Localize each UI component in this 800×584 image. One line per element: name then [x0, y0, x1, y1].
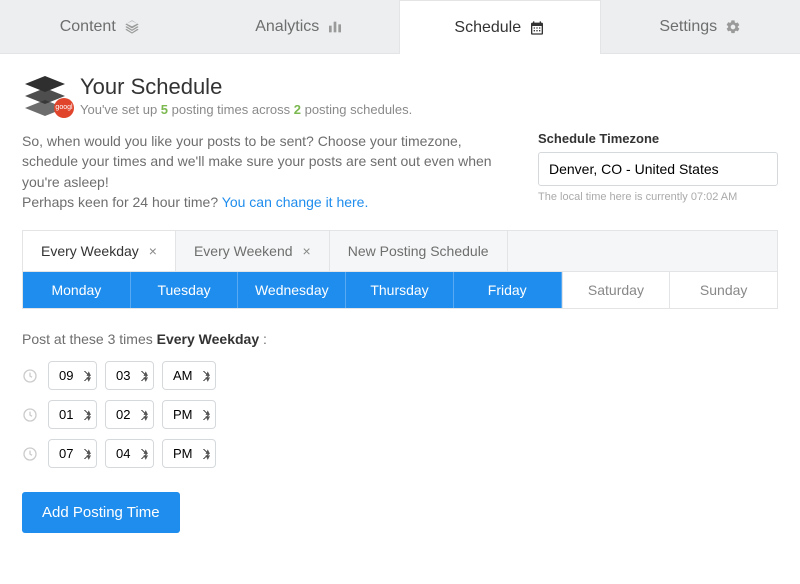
- description-row: So, when would you like your posts to be…: [22, 131, 778, 212]
- ampm-select[interactable]: PM: [162, 439, 216, 468]
- schedule-tab-weekday[interactable]: Every Weekday ×: [23, 231, 176, 271]
- minute-select[interactable]: 02: [105, 400, 154, 429]
- hour-select[interactable]: 01: [48, 400, 97, 429]
- posting-times-label: Post at these 3 times Every Weekday :: [22, 331, 778, 347]
- minute-select[interactable]: 04: [105, 439, 154, 468]
- time-row: 09▴▾ 03▴▾ AM▴▾: [22, 361, 778, 390]
- minute-select[interactable]: 03: [105, 361, 154, 390]
- gear-icon: [725, 19, 741, 35]
- schedule-tabs: Every Weekday × Every Weekend × New Post…: [22, 230, 778, 271]
- time-row: 07▴▾ 04▴▾ PM▴▾: [22, 439, 778, 468]
- clock-icon: [22, 368, 40, 384]
- day-thursday[interactable]: Thursday: [346, 272, 454, 308]
- timezone-hint: The local time here is currently 07:02 A…: [538, 191, 778, 203]
- day-tuesday[interactable]: Tuesday: [131, 272, 239, 308]
- time-row: 01▴▾ 02▴▾ PM▴▾: [22, 400, 778, 429]
- tab-settings-label: Settings: [659, 18, 717, 36]
- page-subtitle: You've set up 5 posting times across 2 p…: [80, 102, 412, 117]
- timezone-block: Schedule Timezone The local time here is…: [538, 131, 778, 212]
- ampm-select[interactable]: PM: [162, 400, 216, 429]
- calendar-icon: [529, 20, 545, 36]
- tab-schedule[interactable]: Schedule: [399, 0, 601, 54]
- page-header: googl Your Schedule You've set up 5 post…: [22, 74, 778, 117]
- app-logo: googl: [22, 76, 68, 116]
- tab-content[interactable]: Content: [0, 0, 200, 53]
- page-content: googl Your Schedule You've set up 5 post…: [0, 54, 800, 553]
- tab-content-label: Content: [60, 18, 116, 36]
- tab-analytics-label: Analytics: [255, 18, 319, 36]
- close-icon[interactable]: ×: [303, 243, 311, 259]
- timezone-input[interactable]: [538, 152, 778, 186]
- timezone-label: Schedule Timezone: [538, 131, 778, 146]
- tab-settings[interactable]: Settings: [601, 0, 800, 53]
- schedules-count: 2: [294, 102, 301, 117]
- tab-schedule-label: Schedule: [454, 19, 521, 37]
- schedule-tab-weekend[interactable]: Every Weekend ×: [176, 231, 330, 271]
- clock-icon: [22, 407, 40, 423]
- close-icon[interactable]: ×: [149, 243, 157, 259]
- description-text: So, when would you like your posts to be…: [22, 131, 512, 212]
- page-title: Your Schedule: [80, 74, 412, 100]
- schedule-tab-new[interactable]: New Posting Schedule: [330, 231, 508, 271]
- day-friday[interactable]: Friday: [454, 272, 562, 308]
- change-time-format-link[interactable]: You can change it here.: [222, 194, 369, 210]
- hour-select[interactable]: 09: [48, 361, 97, 390]
- bar-chart-icon: [327, 19, 343, 35]
- account-badge: googl: [54, 98, 74, 118]
- add-posting-time-button[interactable]: Add Posting Time: [22, 492, 180, 533]
- top-nav: Content Analytics Schedule Settings: [0, 0, 800, 54]
- day-saturday[interactable]: Saturday: [562, 272, 670, 308]
- tab-analytics[interactable]: Analytics: [200, 0, 400, 53]
- ampm-select[interactable]: AM: [162, 361, 216, 390]
- hour-select[interactable]: 07: [48, 439, 97, 468]
- day-sunday[interactable]: Sunday: [669, 272, 777, 308]
- layers-icon: [124, 19, 140, 35]
- posting-times-count: 5: [161, 102, 168, 117]
- clock-icon: [22, 446, 40, 462]
- day-wednesday[interactable]: Wednesday: [238, 272, 346, 308]
- days-row: Monday Tuesday Wednesday Thursday Friday…: [22, 271, 778, 309]
- day-monday[interactable]: Monday: [23, 272, 131, 308]
